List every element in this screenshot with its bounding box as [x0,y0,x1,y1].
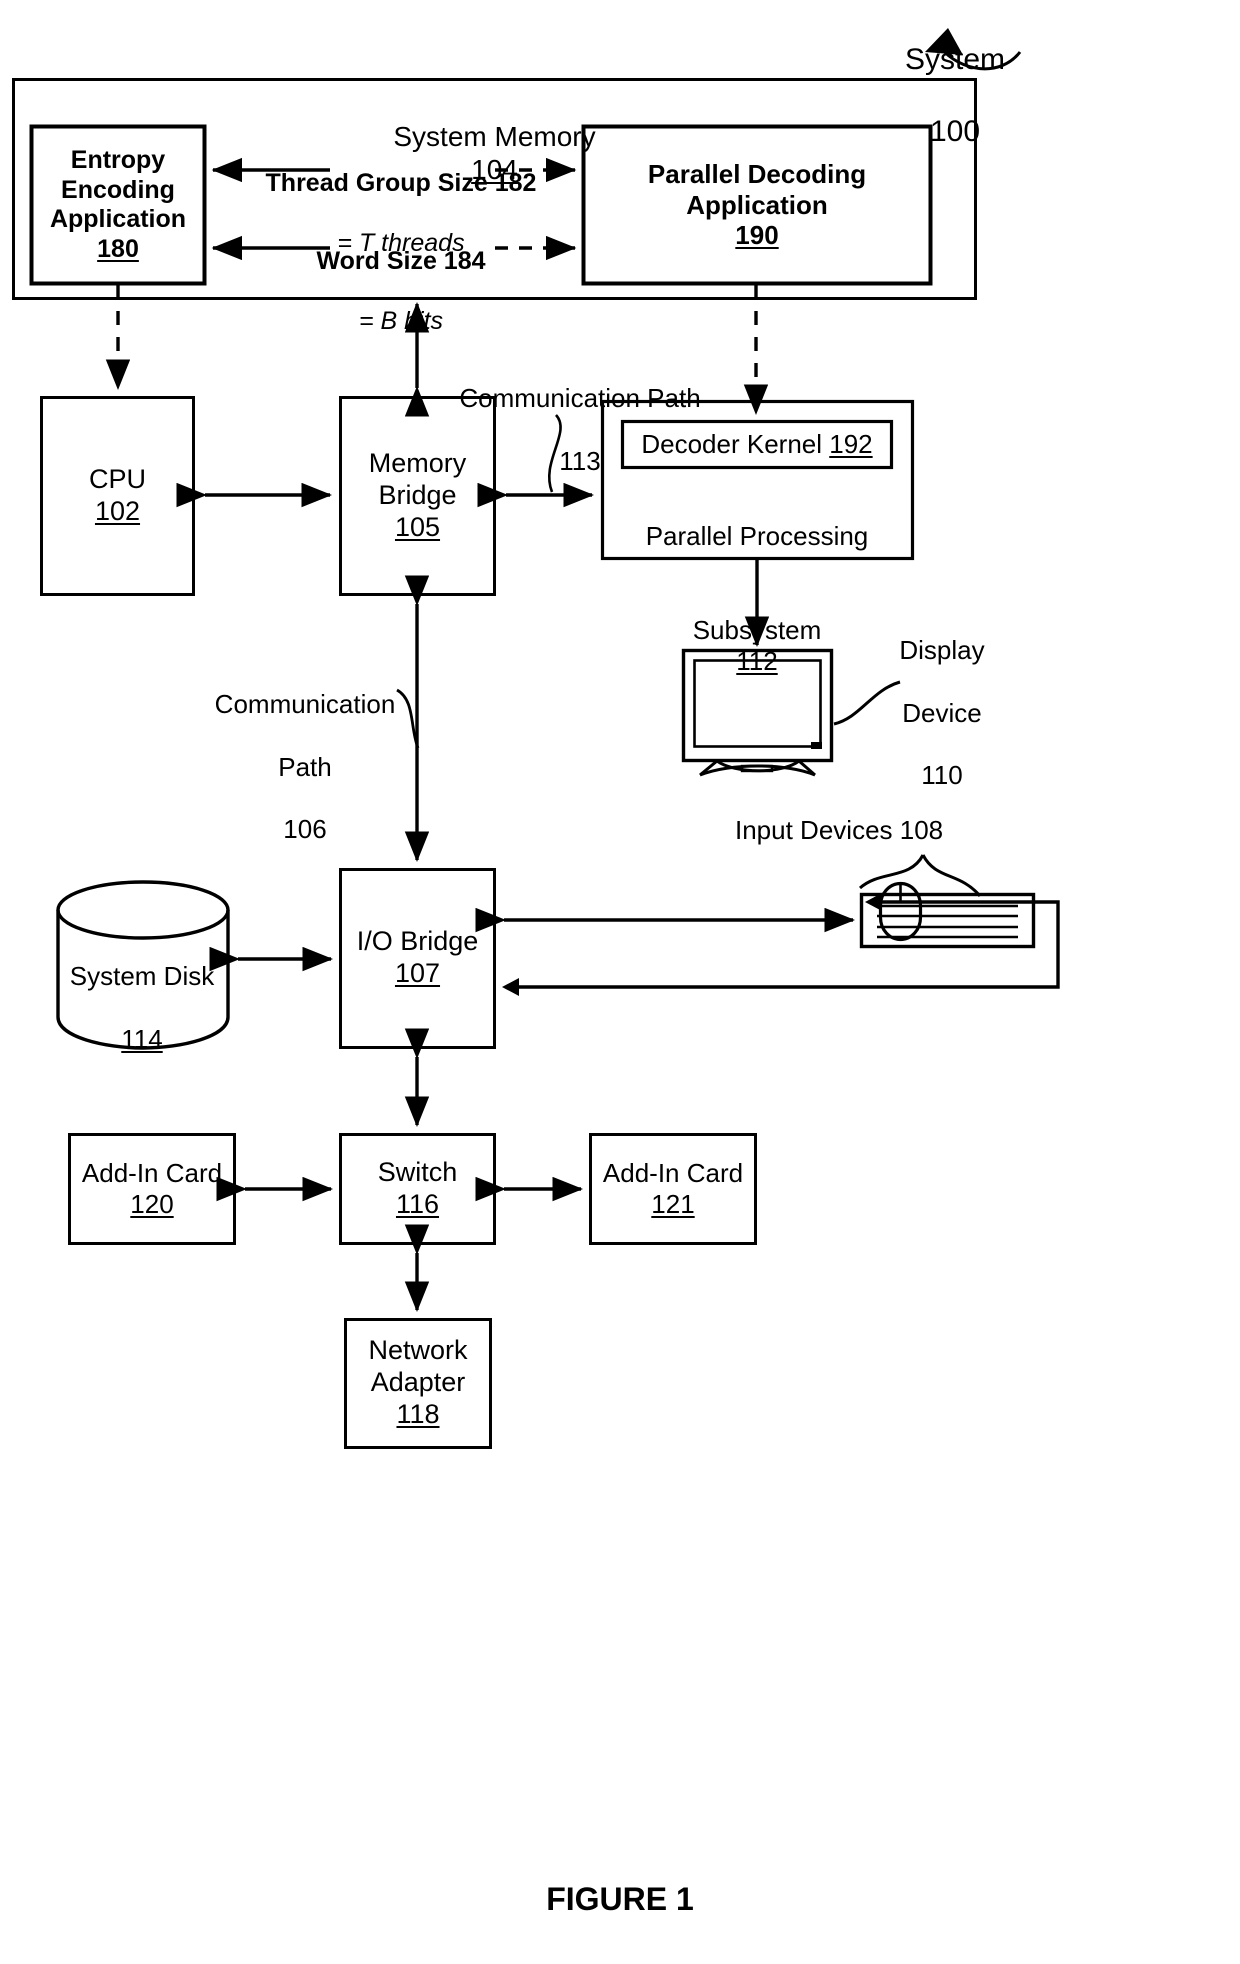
add-in-card-121-label: Add-In Card [602,1158,744,1189]
word-size-label: Word Size 184 = B bits [236,216,566,366]
input-devices-leader [858,854,982,897]
system-disk-label-text: System Disk [69,961,215,992]
system-label-text: System [904,43,1006,76]
display-device-line-2: Device [902,697,982,728]
io-bridge-block: I/O Bridge 107 [339,868,496,1048]
decoder-kernel-ref: 192 [829,428,873,459]
communication-path-113-label: Communication Path 113 [430,352,730,508]
switch-ref: 116 [395,1189,440,1219]
network-adapter-ref: 118 [396,1398,440,1429]
system-disk-label: System Disk 114 [56,930,228,1086]
display-device-label: Display Device 110 [862,604,1022,822]
word-size-name: Word Size 184 [316,247,486,275]
cpu-label: CPU [88,464,146,495]
cpu-block: CPU 102 [40,396,195,596]
entropy-line-3: Application [49,205,187,233]
add-in-card-121-block: Add-In Card 121 [589,1133,757,1245]
comm-106-line-2: Path [278,751,332,782]
mouse-icon [878,881,923,942]
figure-caption: FIGURE 1 [546,1881,694,1917]
pps-line-2: Subsystem [692,614,822,645]
parallel-decoding-application: Parallel Decoding Application 190 [582,125,932,285]
pps-ref: 112 [736,645,778,676]
cpu-ref: 102 [94,496,141,526]
pps-line-1: Parallel Processing [645,521,869,552]
add-in-card-121-ref: 121 [651,1189,695,1219]
comm-106-line-1: Communication [214,689,396,720]
add-in-card-120-label: Add-In Card [81,1158,223,1189]
comm-113-line-1: Communication Path [459,383,701,414]
comm-113-ref: 113 [559,445,601,476]
entropy-line-1: Entropy [70,146,166,174]
mouse-to-io-bridge-connector [502,893,1060,996]
parallel-decoding-line-2: Application [686,189,828,220]
network-adapter-line-2: Adapter [370,1367,466,1398]
display-device-line-1: Display [899,635,985,666]
network-adapter-block: Network Adapter 118 [344,1318,492,1448]
add-in-card-120-block: Add-In Card 120 [68,1133,236,1245]
io-bridge-ref: 107 [394,958,441,988]
switch-label: Switch [377,1157,458,1188]
display-device-ref: 110 [921,759,963,790]
memory-bridge-ref: 105 [394,511,441,542]
add-in-card-120-ref: 120 [130,1189,174,1219]
input-devices-label: Input Devices 108 [735,815,944,845]
network-adapter-line-1: Network [368,1335,468,1366]
parallel-decoding-line-1: Parallel Decoding [647,158,867,189]
thread-group-size-name: Thread Group Size 182 [265,169,537,197]
io-bridge-label: I/O Bridge [356,926,479,957]
entropy-encoding-application: Entropy Encoding Application 180 [30,125,206,285]
communication-path-106-label: Communication Path 106 [185,658,425,876]
word-size-value: = B bits [358,307,444,335]
entropy-ref: 180 [97,234,139,263]
switch-block: Switch 116 [339,1133,496,1245]
figure-canvas: System 100 System Memory 104 Entropy Enc… [0,0,1240,1964]
parallel-decoding-ref: 190 [735,220,779,251]
comm-106-ref: 106 [283,813,327,844]
system-disk-ref: 114 [121,1023,163,1054]
entropy-line-2: Encoding [61,175,175,204]
